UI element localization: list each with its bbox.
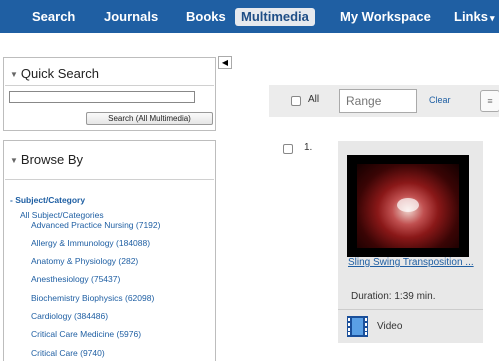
collapse-triangle-icon: ▼ (10, 70, 18, 79)
result-card: Sling Swing Transposition ... Duration: … (338, 141, 483, 343)
results-toolbar: All Clear ≡ (269, 85, 499, 117)
divider (5, 179, 214, 180)
quick-search-header[interactable]: ▼ Quick Search (10, 66, 99, 81)
category-link[interactable]: Critical Care (9740) (31, 348, 105, 358)
nav-search[interactable]: Search (32, 0, 75, 33)
browse-by-header[interactable]: ▼ Browse By (10, 152, 83, 167)
category-link[interactable]: Anatomy & Physiology (282) (31, 256, 138, 266)
select-all-label: All (308, 94, 320, 105)
category-link[interactable]: Cardiology (384486) (31, 311, 108, 321)
nav-books[interactable]: Books (186, 0, 226, 33)
result-number: 1. (304, 142, 313, 153)
all-categories-link[interactable]: All Subject/Categories (20, 210, 104, 220)
media-type-row: Video (338, 311, 483, 343)
browse-by-panel: ▼ Browse By - Subject/Category All Subjec… (3, 140, 216, 361)
duration-text: Duration: 1:39 min. (351, 291, 436, 302)
category-link[interactable]: Biochemistry Biophysics (62098) (31, 293, 154, 303)
category-link[interactable]: Critical Care Medicine (5976) (31, 329, 141, 339)
left-triangle-icon: ◀ (221, 58, 229, 67)
thumbnail-image (357, 164, 459, 248)
nav-my-workspace[interactable]: My Workspace (340, 0, 431, 33)
nav-links[interactable]: Links ▾ (454, 0, 495, 33)
category-link[interactable]: Advanced Practice Nursing (7192) (31, 220, 160, 230)
result-title-link[interactable]: Sling Swing Transposition ... (348, 255, 476, 271)
quick-search-panel: ▼ Quick Search Search (All Multimedia) (3, 57, 216, 131)
chevron-down-icon: ▾ (489, 13, 495, 23)
list-view-icon[interactable]: ≡ (480, 90, 499, 112)
quick-search-title: Quick Search (20, 66, 99, 81)
thumbnail-highlight (397, 198, 419, 212)
nav-multimedia[interactable]: Multimedia (235, 8, 315, 26)
range-input[interactable] (339, 89, 417, 113)
category-link[interactable]: Anesthesiology (75437) (31, 274, 120, 284)
film-strip-icon (347, 316, 368, 337)
top-nav: Search Journals Books Multimedia My Work… (0, 0, 499, 33)
video-thumbnail[interactable] (347, 155, 469, 257)
media-type-label: Video (377, 321, 403, 332)
browse-by-title: Browse By (20, 152, 84, 167)
select-all-checkbox[interactable] (291, 96, 301, 106)
nav-links-label: Links (454, 9, 488, 24)
search-all-multimedia-button[interactable]: Search (All Multimedia) (86, 112, 213, 125)
clear-link[interactable]: Clear (429, 95, 451, 105)
divider (5, 85, 214, 86)
collapse-sidebar-button[interactable]: ◀ (218, 56, 232, 69)
nav-journals[interactable]: Journals (104, 0, 158, 33)
quick-search-input[interactable] (9, 91, 195, 103)
subject-category-heading[interactable]: - Subject/Category (10, 195, 85, 205)
divider (338, 309, 483, 310)
collapse-triangle-icon: ▼ (10, 156, 18, 165)
result-checkbox[interactable] (283, 144, 293, 154)
category-link[interactable]: Allergy & Immunology (184088) (31, 238, 150, 248)
